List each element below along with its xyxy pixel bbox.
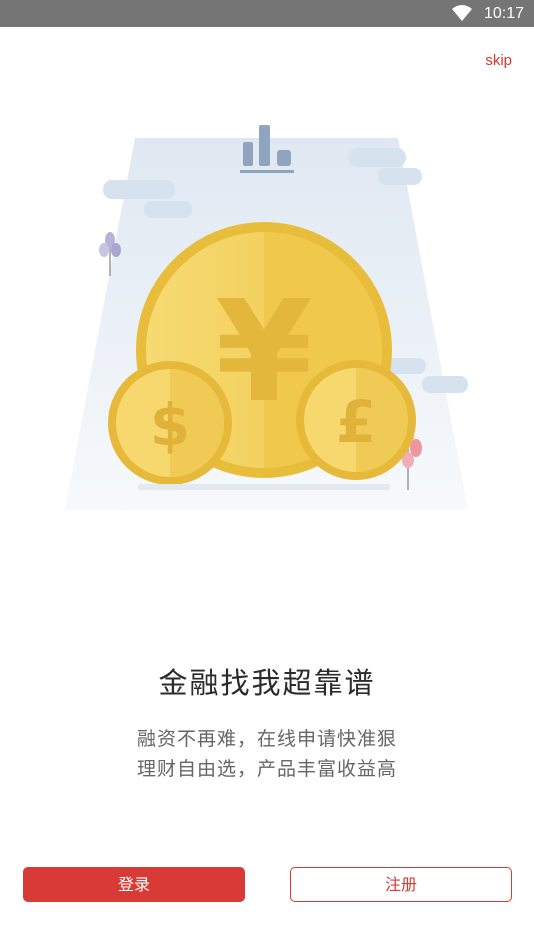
coins-illustration: ¥ $ £ <box>65 125 468 510</box>
coin-shadow <box>138 484 390 490</box>
status-time: 10:17 <box>483 5 524 22</box>
skip-button[interactable]: skip <box>485 52 512 69</box>
pound-symbol: £ <box>336 388 376 456</box>
subtext: 融资不再难，在线申请快准狠 理财自由选，产品丰富收益高 <box>0 724 534 784</box>
register-button[interactable]: 注册 <box>290 867 512 902</box>
subtext-line: 融资不再难，在线申请快准狠 <box>136 728 397 750</box>
dollar-coin: $ <box>108 361 232 485</box>
wifi-icon <box>452 5 472 21</box>
login-button[interactable]: 登录 <box>23 867 245 902</box>
subtext-line: 理财自由选，产品丰富收益高 <box>136 758 397 780</box>
dollar-symbol: $ <box>150 391 190 459</box>
headline: 金融找我超靠谱 <box>158 666 376 700</box>
pound-coin: £ <box>296 360 416 480</box>
status-bar: 10:17 <box>0 0 534 27</box>
